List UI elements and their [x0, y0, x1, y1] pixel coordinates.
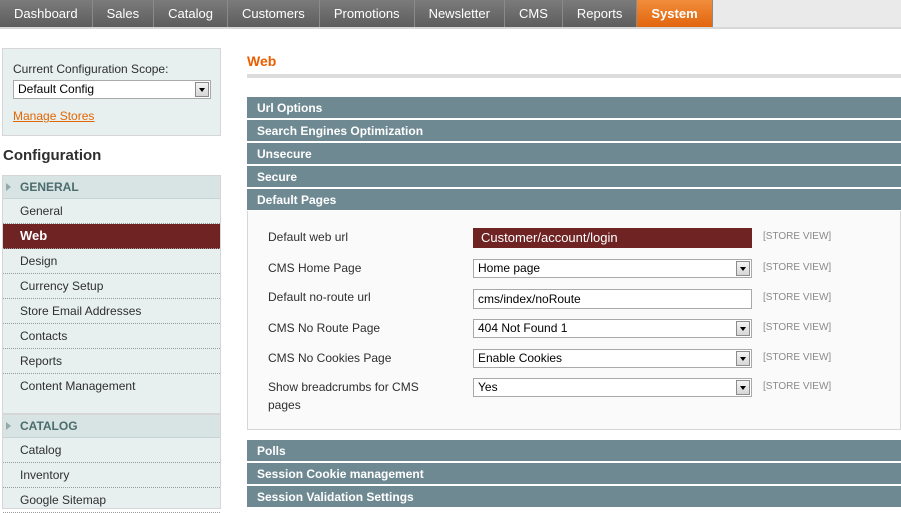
section-unsecure[interactable]: Unsecure [247, 143, 901, 165]
chevron-down-icon [736, 321, 750, 336]
cms-no-cookies-page-value: Enable Cookies [478, 351, 563, 365]
scope-select-value: Default Config [18, 82, 95, 96]
chevron-down-icon [736, 261, 750, 276]
top-navigation: Dashboard Sales Catalog Customers Promot… [0, 0, 901, 27]
default-web-url-input[interactable]: Customer/account/login [473, 228, 752, 248]
sidebar-item-contacts[interactable]: Contacts [3, 324, 220, 349]
label-cms-no-cookies-page: CMS No Cookies Page [268, 351, 392, 365]
sidebar-item-currency-setup[interactable]: Currency Setup [3, 274, 220, 299]
nav-promotions[interactable]: Promotions [320, 0, 415, 27]
cms-home-page-value: Home page [478, 261, 541, 275]
nav-reports[interactable]: Reports [563, 0, 638, 27]
section-session-cookie-management[interactable]: Session Cookie management [247, 463, 901, 485]
scope-note-default-web-url: [STORE VIEW] [763, 231, 832, 242]
sidebar-heading-general: GENERAL [3, 176, 220, 199]
sidebar-item-web[interactable]: Web [3, 224, 220, 249]
nav-cms[interactable]: CMS [505, 0, 563, 27]
sidebar-heading-catalog: CATALOG [3, 415, 220, 438]
nav-customers[interactable]: Customers [228, 0, 320, 27]
sidebar-item-inventory[interactable]: Inventory [3, 463, 220, 488]
section-url-options[interactable]: Url Options [247, 97, 901, 119]
nav-catalog[interactable]: Catalog [154, 0, 228, 27]
scope-note-cms-no-route-page: [STORE VIEW] [763, 322, 832, 333]
sidebar-item-general[interactable]: General [3, 199, 220, 224]
configuration-title: Configuration [3, 147, 102, 164]
sidebar-item-design[interactable]: Design [3, 249, 220, 274]
cms-no-route-page-value: 404 Not Found 1 [478, 321, 568, 335]
scope-note-cms-home-page: [STORE VIEW] [763, 262, 832, 273]
sidebar-item-store-email-addresses[interactable]: Store Email Addresses [3, 299, 220, 324]
default-no-route-url-input[interactable]: cms/index/noRoute [473, 289, 752, 309]
section-seo[interactable]: Search Engines Optimization [247, 120, 901, 142]
cms-no-cookies-page-select[interactable]: Enable Cookies [473, 349, 752, 368]
chevron-down-icon [736, 351, 750, 366]
sidebar-section-general: GENERAL General Web Design Currency Setu… [2, 175, 221, 414]
main-menu: Dashboard Sales Catalog Customers Promot… [0, 0, 713, 27]
chevron-down-icon [736, 380, 750, 395]
label-cms-no-route-page: CMS No Route Page [268, 321, 381, 335]
scope-switcher: Current Configuration Scope: Default Con… [2, 48, 221, 136]
cms-no-route-page-select[interactable]: 404 Not Found 1 [473, 319, 752, 338]
scope-label: Current Configuration Scope: [13, 62, 169, 76]
title-divider [247, 74, 901, 78]
section-default-pages[interactable]: Default Pages [247, 189, 901, 211]
chevron-down-icon [195, 82, 209, 97]
nav-divider [0, 27, 901, 29]
sidebar-item-google-sitemap[interactable]: Google Sitemap [3, 488, 220, 513]
sidebar-section-catalog: CATALOG Catalog Inventory Google Sitemap [2, 414, 221, 513]
label-cms-home-page: CMS Home Page [268, 261, 362, 275]
cms-home-page-select[interactable]: Home page [473, 259, 752, 278]
nav-sales[interactable]: Sales [93, 0, 155, 27]
scope-note-show-breadcrumbs: [STORE VIEW] [763, 381, 832, 392]
label-default-web-url: Default web url [268, 230, 349, 244]
manage-stores-link[interactable]: Manage Stores [13, 109, 94, 123]
scope-note-cms-no-cookies-page: [STORE VIEW] [763, 352, 832, 363]
show-breadcrumbs-value: Yes [478, 380, 498, 394]
sidebar-item-reports[interactable]: Reports [3, 349, 220, 374]
nav-system[interactable]: System [637, 0, 713, 27]
nav-newsletter[interactable]: Newsletter [415, 0, 505, 27]
sidebar-item-catalog[interactable]: Catalog [3, 438, 220, 463]
nav-dashboard[interactable]: Dashboard [0, 0, 93, 27]
label-show-breadcrumbs: Show breadcrumbs for CMS pages [268, 380, 419, 412]
sidebar-item-content-management[interactable]: Content Management [3, 374, 220, 399]
section-secure[interactable]: Secure [247, 166, 901, 188]
page-title: Web [247, 53, 277, 69]
show-breadcrumbs-select[interactable]: Yes [473, 378, 752, 397]
label-default-no-route-url: Default no-route url [268, 290, 371, 304]
scope-note-default-no-route-url: [STORE VIEW] [763, 292, 832, 303]
scope-select[interactable]: Default Config [13, 80, 211, 99]
section-polls[interactable]: Polls [247, 440, 901, 462]
